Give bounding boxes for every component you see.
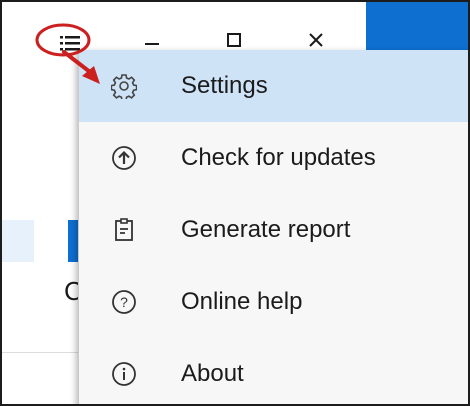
app-window: C Settings Check for updates Generate re… [0,0,470,406]
hamburger-icon [60,36,80,51]
menu-item-settings[interactable]: Settings [79,50,468,122]
menu-button[interactable] [52,28,88,58]
list-row-highlight [2,220,34,262]
maximize-icon [227,33,241,47]
minimize-icon [145,43,159,45]
menu-item-check-for-updates[interactable]: Check for updates [79,122,468,194]
close-icon [309,33,323,47]
menu-item-label: Generate report [181,216,351,243]
header-accent [366,2,468,52]
svg-text:?: ? [120,294,128,310]
gear-icon [109,71,139,101]
menu-item-label: About [181,360,244,387]
menu-item-online-help[interactable]: ? Online help [79,266,468,338]
menu-item-label: Settings [181,72,268,99]
clipboard-report-icon [109,215,139,245]
info-circle-icon [109,359,139,389]
background-divider [2,352,78,353]
menu-item-label: Online help [181,288,303,315]
dropdown-menu: Settings Check for updates Generate repo… [78,50,468,404]
menu-item-about[interactable]: About [79,338,468,404]
menu-item-label: Check for updates [181,144,376,171]
upload-arrow-icon [109,143,139,173]
list-row-accent [68,220,78,262]
menu-item-generate-report[interactable]: Generate report [79,194,468,266]
question-circle-icon: ? [109,287,139,317]
